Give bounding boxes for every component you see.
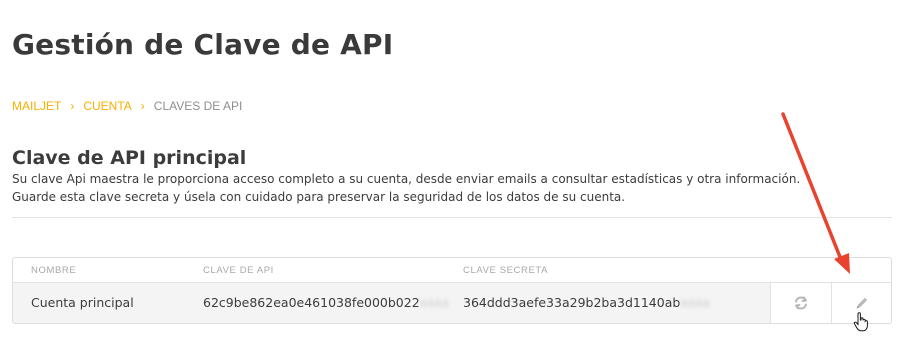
- page-title: Gestión de Clave de API: [12, 28, 394, 61]
- secret-key-value[interactable]: 364ddd3aefe33a29b2ba3d1140abxxxx: [463, 295, 710, 310]
- secret-key-visible: 364ddd3aefe33a29b2ba3d1140ab: [463, 295, 681, 310]
- api-key-blurred: xxxx: [419, 295, 450, 310]
- table-header: NOMBRE CLAVE DE API CLAVE SECRETA: [13, 258, 891, 283]
- secret-key-blurred: xxxx: [680, 295, 710, 310]
- chevron-right-icon: ›: [140, 99, 145, 113]
- breadcrumb-cuenta[interactable]: CUENTA: [83, 99, 131, 113]
- section-title: Clave de API principal: [12, 147, 247, 169]
- regenerate-button[interactable]: [770, 283, 831, 323]
- table-row: Cuenta principal 62c9be862ea0e461038fe00…: [13, 283, 891, 323]
- api-key-visible: 62c9be862ea0e461038fe000b022: [203, 295, 420, 310]
- header-api-key: CLAVE DE API: [203, 265, 274, 276]
- api-keys-table: NOMBRE CLAVE DE API CLAVE SECRETA Cuenta…: [12, 257, 892, 324]
- description-line-1: Su clave Api maestra le proporciona acce…: [12, 172, 801, 186]
- chevron-right-icon: ›: [70, 99, 75, 113]
- api-key-value[interactable]: 62c9be862ea0e461038fe000b022xxxx: [203, 295, 449, 310]
- header-name: NOMBRE: [31, 265, 77, 276]
- edit-icon: [856, 297, 868, 309]
- regenerate-icon: [795, 296, 807, 310]
- header-secret-key: CLAVE SECRETA: [463, 265, 549, 276]
- divider: [12, 217, 892, 218]
- breadcrumb: MAILJET › CUENTA › CLAVES DE API: [12, 99, 242, 113]
- description-line-2: Guarde esta clave secreta y úsela con cu…: [12, 190, 626, 204]
- account-name: Cuenta principal: [31, 295, 134, 310]
- hand-cursor-icon: [853, 312, 868, 332]
- breadcrumb-mailjet[interactable]: MAILJET: [12, 99, 61, 113]
- breadcrumb-current: CLAVES DE API: [153, 99, 243, 113]
- section-description: Su clave Api maestra le proporciona acce…: [12, 170, 872, 206]
